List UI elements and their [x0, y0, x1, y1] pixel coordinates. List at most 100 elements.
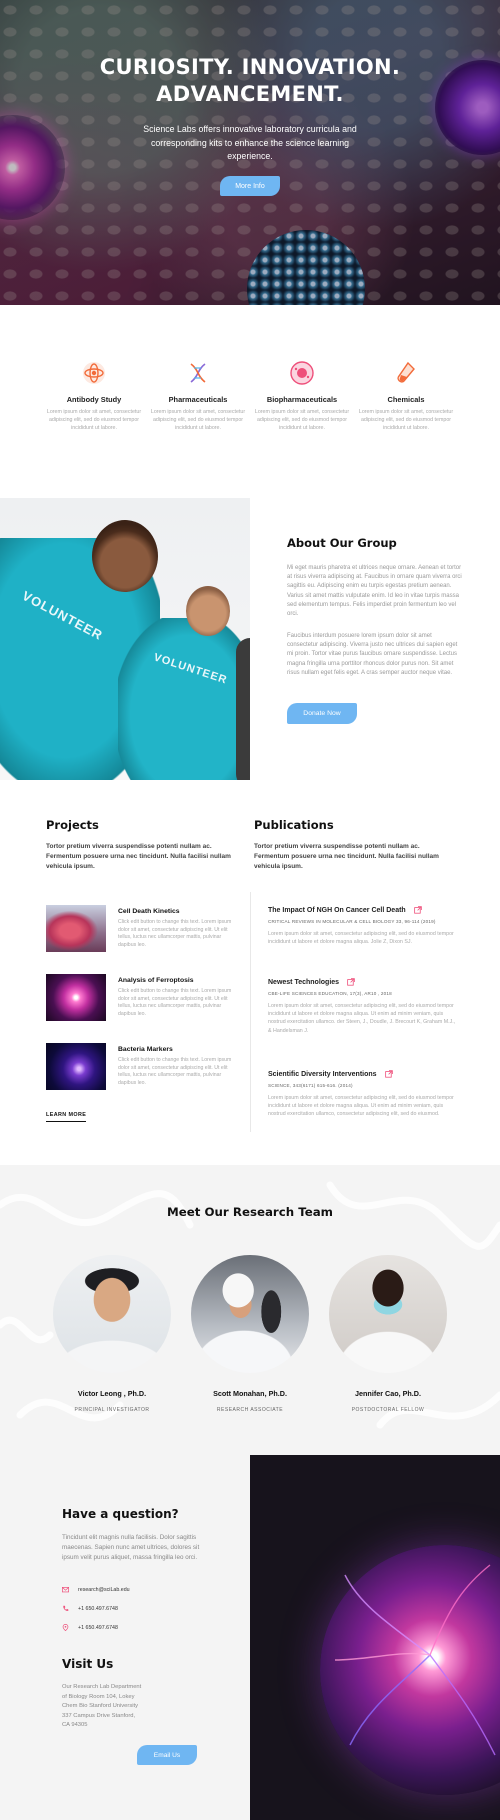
envelope-icon — [62, 1587, 69, 1593]
volunteer-figure — [236, 638, 250, 780]
project-thumbnail — [46, 905, 106, 952]
feature-antibody-study: Antibody Study Lorem ipsum dolor sit ame… — [46, 360, 142, 432]
publication-title-row[interactable]: Newest Technologies — [268, 978, 458, 986]
contact-phone[interactable]: +1 650.497.6748 — [78, 1606, 118, 1612]
team-title: Meet Our Research Team — [167, 1205, 333, 1219]
feature-text: Lorem ipsum dolor sit amet, consectetur … — [254, 409, 350, 431]
contact-heading: Have a question? — [62, 1507, 179, 1521]
external-link-icon[interactable] — [347, 978, 355, 986]
team-member-role: POSTDOCTORAL FELLOW — [351, 1407, 425, 1413]
projects-intro: Tortor pretium viverra suspendisse poten… — [46, 843, 231, 870]
publications-intro: Tortor pretium viverra suspendisse poten… — [254, 843, 439, 870]
team-member-name: Jennifer Cao, Ph.D. — [355, 1389, 421, 1398]
column-divider — [250, 892, 251, 1132]
feature-title: Biopharmaceuticals — [266, 395, 338, 404]
project-title: Analysis of Ferroptosis — [118, 977, 194, 984]
publication-text: Lorem ipsum dolor sit amet, consectetur … — [268, 931, 454, 946]
contact-email-row[interactable]: research@sciLab.edu — [62, 1586, 130, 1593]
map-pin-icon — [62, 1624, 69, 1631]
team-section: Meet Our Research Team Victor Leong , Ph… — [0, 1165, 500, 1455]
about-section: VOLUNTEER VOLUNTEER About Our Group Mi e… — [0, 498, 500, 780]
team-member-card: Scott Monahan, Ph.D. RESEARCH ASSOCIATE — [190, 1255, 310, 1413]
publication-title[interactable]: Newest Technologies — [268, 979, 339, 986]
team-member-role: RESEARCH ASSOCIATE — [216, 1407, 284, 1413]
about-paragraph: Faucibus interdum posuere lorem ipsum do… — [287, 633, 458, 676]
publication-item: Scientific Diversity Interventions SCIEN… — [268, 1070, 458, 1119]
volunteer-head — [92, 520, 158, 592]
hero-section: CURIOSITY. INNOVATION. ADVANCEMENT. Scie… — [0, 0, 500, 305]
features-section: Antibody Study Lorem ipsum dolor sit ame… — [0, 305, 500, 498]
project-item[interactable]: Bacteria Markers Click edit button to ch… — [46, 1043, 236, 1095]
hero-title-line-2: ADVANCEMENT. — [156, 82, 344, 106]
hero-title: CURIOSITY. INNOVATION. ADVANCEMENT. — [0, 54, 500, 108]
feature-pharmaceuticals: Pharmaceuticals Lorem ipsum dolor sit am… — [150, 360, 246, 432]
cell-icon — [290, 361, 314, 385]
team-member-photo — [53, 1255, 171, 1373]
team-member-card: Jennifer Cao, Ph.D. POSTDOCTORAL FELLOW — [328, 1255, 448, 1413]
contact-phone-row[interactable]: +1 650.497.6748 — [62, 1605, 118, 1612]
project-title: Bacteria Markers — [118, 1046, 173, 1053]
project-text: Click edit button to change this text. L… — [118, 919, 232, 948]
team-member-role: PRINCIPAL INVESTIGATOR — [74, 1407, 150, 1413]
project-item[interactable]: Analysis of Ferroptosis Click edit butto… — [46, 974, 236, 1026]
feature-text: Lorem ipsum dolor sit amet, consectetur … — [358, 409, 454, 431]
project-text: Click edit button to change this text. L… — [118, 988, 232, 1017]
project-thumbnail — [46, 1043, 106, 1090]
flask-icon — [397, 361, 415, 383]
feature-title: Chemicals — [387, 395, 425, 404]
feature-text: Lorem ipsum dolor sit amet, consectetur … — [150, 409, 246, 431]
publication-item: The Impact Of NGH On Cancer Cell Death C… — [268, 906, 458, 946]
team-member-name: Scott Monahan, Ph.D. — [213, 1389, 287, 1398]
contact-text: Tincidunt elit magnis nulla facilisis. D… — [62, 1534, 200, 1561]
project-item[interactable]: Cell Death Kinetics Click edit button to… — [46, 905, 236, 957]
project-thumbnail — [46, 974, 106, 1021]
publication-meta: SCIENCE, 343(6171) 615-616. (2014) — [268, 1083, 353, 1088]
publication-meta: CBE-LIFE SCIENCES EDUCATION, 17(3), AR10… — [268, 991, 392, 996]
about-title: About Our Group — [287, 536, 397, 550]
contact-location-row[interactable]: +1 650.497.6748 — [62, 1624, 118, 1631]
publication-meta: CRITICAL REVIEWS IN MOLECULAR & CELL BIO… — [268, 919, 436, 924]
publication-text: Lorem ipsum dolor sit amet, consectetur … — [268, 1003, 456, 1034]
contact-section: Have a question? Tincidunt elit magnis n… — [0, 1455, 250, 1820]
contact-email[interactable]: research@sciLab.edu — [78, 1587, 130, 1593]
donate-now-button[interactable]: Donate Now — [287, 703, 357, 724]
visit-heading: Visit Us — [62, 1657, 114, 1671]
team-member-name: Victor Leong , Ph.D. — [77, 1389, 147, 1398]
about-paragraph: Mi eget mauris pharetra et ultrices nequ… — [287, 565, 462, 618]
address-text: Our Research Lab Department of Biology R… — [62, 1684, 142, 1729]
learn-more-link[interactable]: LEARN MORE — [46, 1112, 87, 1122]
publications-heading: Publications — [254, 818, 334, 832]
plasma-ball-photo — [250, 1455, 500, 1820]
email-us-button[interactable]: Email Us — [137, 1745, 197, 1765]
publication-title[interactable]: The Impact Of NGH On Cancer Cell Death — [268, 907, 406, 914]
publication-item: Newest Technologies CBE-LIFE SCIENCES ED… — [268, 978, 458, 1035]
hero-title-line-1: CURIOSITY. INNOVATION. — [99, 55, 401, 79]
volunteer-figure — [118, 618, 250, 780]
plasma-tendrils — [334, 1564, 496, 1756]
external-link-icon[interactable] — [384, 1070, 393, 1078]
external-link-icon[interactable] — [413, 906, 422, 914]
projects-heading: Projects — [46, 818, 99, 832]
team-member-photo — [329, 1255, 447, 1373]
project-title: Cell Death Kinetics — [118, 908, 180, 915]
publication-text: Lorem ipsum dolor sit amet, consectetur … — [268, 1095, 454, 1118]
feature-title: Antibody Study — [66, 395, 122, 404]
volunteer-head — [186, 586, 230, 636]
feature-biopharmaceuticals: Biopharmaceuticals Lorem ipsum dolor sit… — [254, 360, 350, 432]
hero-subtitle: Science Labs offers innovative laborator… — [143, 124, 357, 161]
projects-publications-section: Projects Tortor pretium viverra suspendi… — [0, 780, 500, 1165]
team-member-card: Victor Leong , Ph.D. PRINCIPAL INVESTIGA… — [52, 1255, 172, 1413]
feature-text: Lorem ipsum dolor sit amet, consectetur … — [46, 409, 142, 431]
project-text: Click edit button to change this text. L… — [118, 1057, 232, 1086]
publication-title-row[interactable]: Scientific Diversity Interventions — [268, 1070, 458, 1078]
publication-title-row[interactable]: The Impact Of NGH On Cancer Cell Death — [268, 906, 458, 914]
team-member-photo — [191, 1255, 309, 1373]
more-info-button[interactable]: More Info — [220, 176, 280, 196]
dna-icon — [190, 363, 206, 383]
publication-title[interactable]: Scientific Diversity Interventions — [268, 1071, 377, 1078]
contact-phone[interactable]: +1 650.497.6748 — [78, 1625, 118, 1631]
feature-title: Pharmaceuticals — [168, 395, 228, 404]
atom-icon — [83, 362, 105, 384]
feature-chemicals: Chemicals Lorem ipsum dolor sit amet, co… — [358, 360, 454, 432]
phone-icon — [63, 1605, 69, 1611]
